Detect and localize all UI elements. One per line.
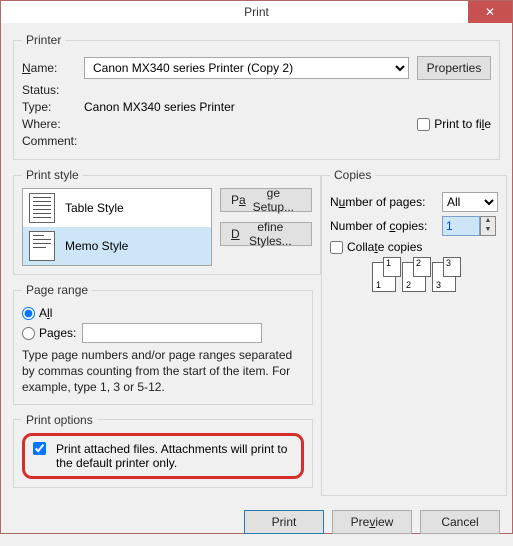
pages-radio[interactable] [22, 327, 35, 340]
chevron-up-icon: ▲ [481, 217, 495, 226]
printer-select[interactable]: Canon MX340 series Printer (Copy 2) [84, 57, 409, 79]
page-icon [372, 262, 396, 292]
type-value: Canon MX340 series Printer [84, 100, 235, 114]
page-icon [402, 262, 426, 292]
style-item-table[interactable]: Table Style [23, 189, 211, 227]
print-style-legend: Print style [22, 168, 83, 182]
style-list[interactable]: Table Style Memo Style [22, 188, 212, 266]
close-button[interactable]: ✕ [468, 1, 512, 23]
num-copies-input[interactable] [442, 216, 480, 236]
cancel-button[interactable]: Cancel [420, 510, 500, 534]
style-item-memo[interactable]: Memo Style [23, 227, 211, 265]
dialog-title: Print [244, 5, 269, 19]
print-to-file-label: Print to file [434, 117, 491, 131]
collate-checkbox[interactable] [330, 241, 343, 254]
pages-label: Pages: [39, 326, 76, 340]
style-label: Table Style [65, 201, 124, 215]
comment-label: Comment: [22, 134, 84, 148]
print-to-file-checkbox[interactable] [417, 118, 430, 131]
style-label: Memo Style [65, 239, 128, 253]
all-radio[interactable] [22, 307, 35, 320]
dialog-footer: Print Preview Cancel [1, 502, 512, 546]
status-label: Status: [22, 83, 84, 97]
highlight-box: Print attached files. Attachments will p… [22, 433, 304, 479]
collate-label: Collate copies [347, 240, 422, 254]
copies-group: Copies Number of pages: All Number of co… [321, 168, 507, 496]
name-label: Name: [22, 61, 84, 75]
page-icon [432, 262, 456, 292]
print-style-group: Print style Table Style Memo Style [13, 168, 321, 275]
copies-spinner[interactable]: ▲▼ [480, 216, 496, 236]
pages-input[interactable] [82, 323, 262, 343]
copies-legend: Copies [330, 168, 375, 182]
print-dialog: Print ✕ Printer Name: Canon MX340 series… [0, 0, 513, 534]
chevron-down-icon: ▼ [481, 226, 495, 235]
print-attached-label: Print attached files. Attachments will p… [56, 442, 293, 470]
close-icon: ✕ [485, 5, 495, 19]
print-button[interactable]: Print [244, 510, 324, 534]
print-options-legend: Print options [22, 413, 97, 427]
page-range-group: Page range All Pages: Type page numbers … [13, 283, 313, 405]
collate-preview [330, 262, 498, 292]
page-range-legend: Page range [22, 283, 92, 297]
properties-button[interactable]: Properties [417, 56, 491, 80]
num-pages-label: Number of pages: [330, 195, 442, 209]
printer-legend: Printer [22, 33, 65, 47]
preview-button[interactable]: Preview [332, 510, 412, 534]
titlebar: Print ✕ [1, 1, 512, 23]
print-options-group: Print options Print attached files. Atta… [13, 413, 313, 488]
define-styles-button[interactable]: Define Styles... [220, 222, 312, 246]
where-label: Where: [22, 117, 84, 131]
all-label: All [39, 306, 52, 320]
type-label: Type: [22, 100, 84, 114]
num-copies-label: Number of copies: [330, 219, 442, 233]
table-style-icon [29, 193, 55, 223]
printer-group: Printer Name: Canon MX340 series Printer… [13, 33, 500, 160]
memo-style-icon [29, 231, 55, 261]
page-range-hint: Type page numbers and/or page ranges sep… [22, 347, 304, 396]
num-pages-select[interactable]: All [442, 192, 498, 212]
print-attached-checkbox[interactable] [33, 442, 46, 455]
page-setup-button[interactable]: Page Setup... [220, 188, 312, 212]
